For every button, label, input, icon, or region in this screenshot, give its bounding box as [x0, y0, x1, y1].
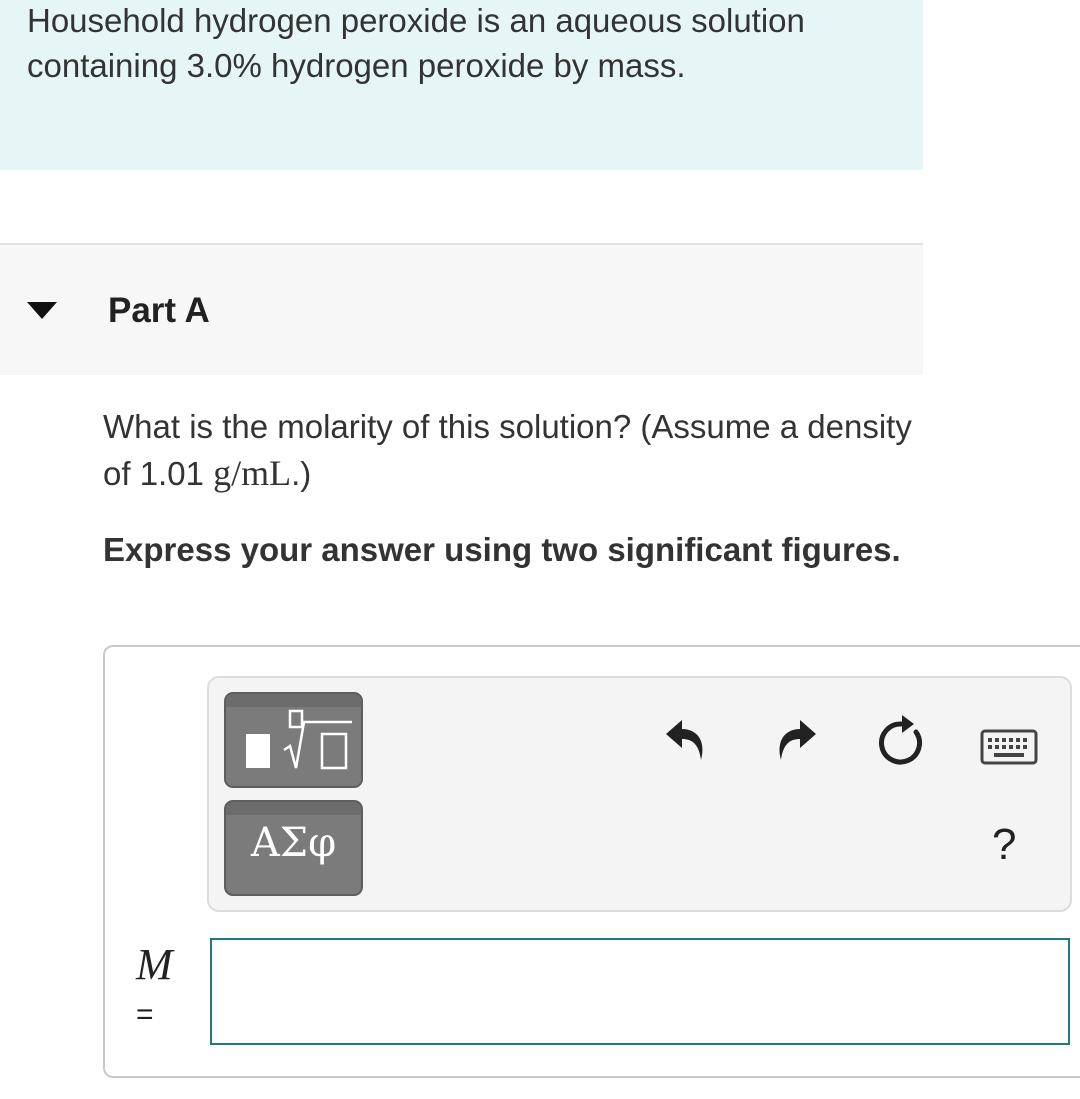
greek-symbols-button[interactable]: ΑΣφ: [224, 800, 363, 896]
help-button[interactable]: ?: [992, 820, 1016, 870]
question-text: What is the molarity of this solution? (…: [103, 404, 923, 497]
equals-sign: =: [136, 998, 154, 1031]
undo-icon[interactable]: [664, 716, 708, 764]
answer-instruction: Express your answer using two significan…: [103, 531, 901, 568]
reset-icon[interactable]: [876, 714, 926, 766]
greek-symbols-label: ΑΣφ: [250, 820, 337, 866]
answer-input[interactable]: [210, 938, 1070, 1045]
keyboard-icon[interactable]: [980, 728, 1038, 766]
answer-variable-label: M: [136, 940, 173, 989]
density-unit: g/mL: [213, 453, 292, 493]
templates-button[interactable]: [224, 692, 363, 788]
redo-icon[interactable]: [774, 716, 818, 764]
templates-icon: [246, 709, 352, 770]
part-a-header[interactable]: Part A: [0, 243, 923, 375]
intro-text: Household hydrogen peroxide is an aqueou…: [27, 2, 805, 84]
collapse-caret-icon[interactable]: [27, 302, 57, 319]
problem-intro: Household hydrogen peroxide is an aqueou…: [0, 0, 923, 170]
question-text-after: .): [291, 455, 312, 492]
part-title: Part A: [108, 291, 210, 330]
